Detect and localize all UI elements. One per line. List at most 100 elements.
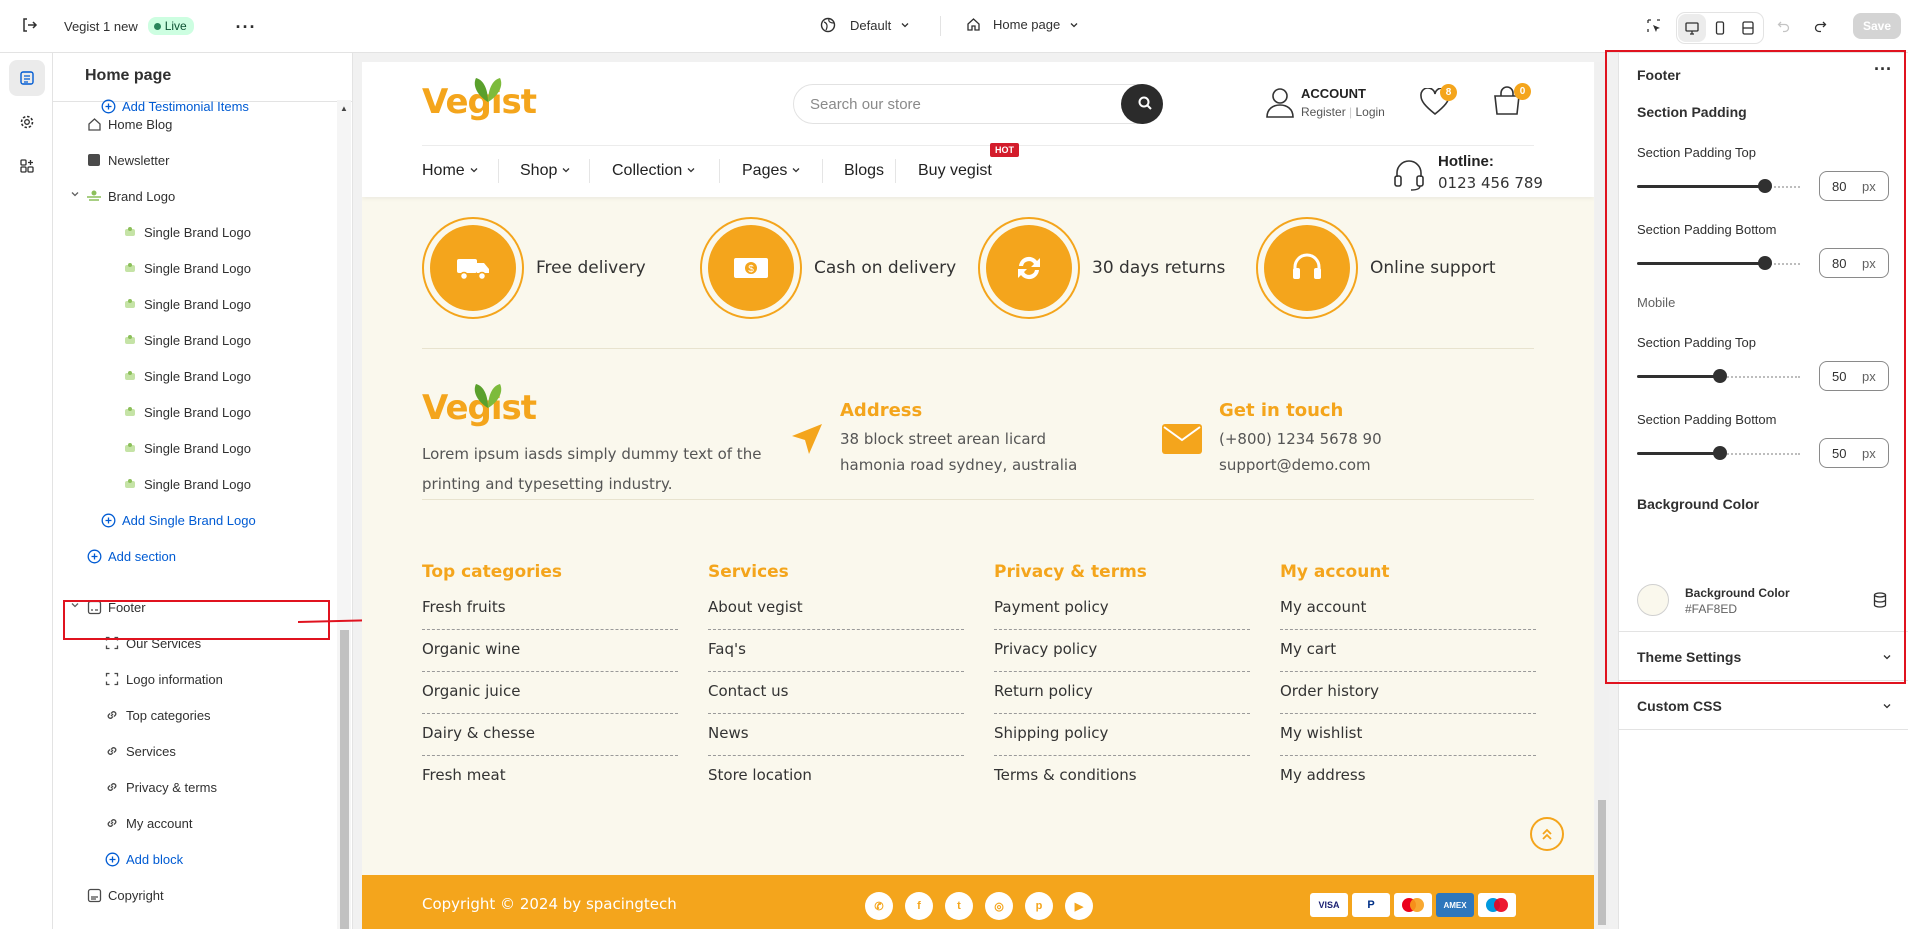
footer-link[interactable]: My account <box>1280 588 1536 630</box>
footer-link[interactable]: My address <box>1280 756 1536 798</box>
undo-button[interactable] <box>1770 12 1798 40</box>
more-actions-button[interactable]: ··· <box>232 13 260 41</box>
wishlist-button[interactable]: 8 <box>1420 84 1457 119</box>
footer-column-title: Top categories <box>422 562 563 582</box>
tree-item-single-brand-logo[interactable]: Single Brand Logo <box>122 360 251 392</box>
service-badge <box>1256 217 1358 319</box>
tree-item-copyright[interactable]: Copyright <box>86 879 164 911</box>
account-icon[interactable] <box>1265 86 1295 121</box>
theme-settings-rail-button[interactable] <box>9 104 45 140</box>
preview-scrollbar-thumb[interactable] <box>1598 800 1606 925</box>
footer-link[interactable]: My cart <box>1280 630 1536 672</box>
settings-highlight-box <box>1605 50 1906 684</box>
footer-link[interactable]: Privacy policy <box>994 630 1250 672</box>
footer-link[interactable]: Fresh fruits <box>422 588 678 630</box>
store-logo[interactable]: Vegist <box>422 78 537 122</box>
whatsapp-icon[interactable]: ✆ <box>865 892 893 920</box>
pinterest-icon[interactable]: p <box>1025 892 1053 920</box>
footer-link[interactable]: About vegist <box>708 588 964 630</box>
tree-item-logo-information[interactable]: Logo information <box>104 663 223 695</box>
tree-item-single-brand-logo[interactable]: Single Brand Logo <box>122 396 251 428</box>
nav-item-label: Buy vegist <box>918 162 992 179</box>
scroll-up-icon[interactable]: ▲ <box>340 104 348 113</box>
tree-item-single-brand-logo[interactable]: Single Brand Logo <box>122 432 251 464</box>
footer-link[interactable]: Terms & conditions <box>994 756 1250 798</box>
about-text-line-2: printing and typesetting industry. <box>422 475 673 493</box>
footer-link[interactable]: Organic juice <box>422 672 678 714</box>
newsletter-icon <box>86 152 102 168</box>
tree-item-my-account[interactable]: My account <box>104 807 192 839</box>
exit-button[interactable] <box>20 16 38 34</box>
footer-link[interactable]: Payment policy <box>994 588 1250 630</box>
footer-link[interactable]: Faq's <box>708 630 964 672</box>
tree-item-label: Add Single Brand Logo <box>122 512 256 528</box>
tree-item-single-brand-logo[interactable]: Single Brand Logo <box>122 288 251 320</box>
page-select[interactable]: Home page <box>966 17 1080 32</box>
register-link[interactable]: Register <box>1301 105 1346 119</box>
nav-item-shop[interactable]: Shop <box>520 162 571 180</box>
nav-item-collection[interactable]: Collection <box>612 162 696 180</box>
tree-item-privacy-terms[interactable]: Privacy & terms <box>104 771 217 803</box>
chevron-down-icon[interactable] <box>1881 700 1893 715</box>
tree-item-single-brand-logo[interactable]: Single Brand Logo <box>122 252 251 284</box>
save-button[interactable]: Save <box>1853 13 1901 39</box>
tree-item-brand-logo[interactable]: Brand Logo <box>86 180 175 212</box>
inspector-button[interactable] <box>1640 12 1668 40</box>
footer-link[interactable]: My wishlist <box>1280 714 1536 756</box>
footer-link[interactable]: Organic wine <box>422 630 678 672</box>
mobile-icon <box>1712 20 1728 36</box>
mobile-view-button[interactable] <box>1706 14 1734 42</box>
tree-item-top-categories[interactable]: Top categories <box>104 699 211 731</box>
apps-button[interactable] <box>9 148 45 184</box>
service-badge: $ <box>700 217 802 319</box>
custom-css-toggle[interactable]: Custom CSS <box>1637 698 1722 714</box>
search-button[interactable] <box>1121 84 1163 124</box>
theme-select[interactable]: Default <box>820 17 911 33</box>
add-section-link[interactable]: Add section <box>86 540 176 572</box>
plus-circle-icon <box>104 851 120 867</box>
footer-column-my-account: My account My account My cart Order history… <box>1280 562 1536 798</box>
footer-link[interactable]: News <box>708 714 964 756</box>
tree-item-services[interactable]: Services <box>104 735 176 767</box>
exit-icon <box>20 16 38 34</box>
footer-link[interactable]: Return policy <box>994 672 1250 714</box>
instagram-icon[interactable]: ◎ <box>985 892 1013 920</box>
footer-link[interactable]: Fresh meat <box>422 756 678 798</box>
cart-button[interactable]: 0 <box>1492 83 1531 119</box>
store-search[interactable]: Search our store <box>793 84 1163 124</box>
tree-item-single-brand-logo[interactable]: Single Brand Logo <box>122 324 251 356</box>
more-icon: ··· <box>235 16 257 37</box>
scroll-to-top-button[interactable] <box>1530 817 1564 851</box>
footer-link[interactable]: Order history <box>1280 672 1536 714</box>
add-block-link[interactable]: Add block <box>104 843 183 875</box>
nav-item-buy-vegist[interactable]: Buy vegist <box>918 162 992 180</box>
tree-item-newsletter[interactable]: Newsletter <box>86 144 169 176</box>
footer-link[interactable]: Store location <box>708 756 964 798</box>
footer-link[interactable]: Dairy & chesse <box>422 714 678 756</box>
nav-item-home[interactable]: Home <box>422 162 479 180</box>
chevron-down-icon[interactable] <box>70 189 80 202</box>
tree-scrollbar-thumb[interactable] <box>340 630 349 929</box>
footer-link[interactable]: Shipping policy <box>994 714 1250 756</box>
facebook-icon[interactable]: f <box>905 892 933 920</box>
tree-item-home-blog[interactable]: Home Blog <box>86 108 172 140</box>
fullscreen-view-button[interactable] <box>1734 14 1762 42</box>
desktop-view-button[interactable] <box>1678 14 1706 42</box>
youtube-icon[interactable]: ▶ <box>1065 892 1093 920</box>
tree-item-single-brand-logo[interactable]: Single Brand Logo <box>122 216 251 248</box>
twitter-icon[interactable]: t <box>945 892 973 920</box>
tree-item-label: Add block <box>126 851 184 867</box>
login-link[interactable]: Login <box>1355 105 1384 119</box>
footer-column-services: Services About vegist Faq's Contact us News S… <box>708 562 964 798</box>
link-icon <box>104 707 120 723</box>
nav-item-pages[interactable]: Pages <box>742 162 801 180</box>
settings-divider <box>1619 729 1908 730</box>
tree-item-single-brand-logo[interactable]: Single Brand Logo <box>122 468 251 500</box>
footer-link[interactable]: Contact us <box>708 672 964 714</box>
redo-button[interactable] <box>1806 12 1834 40</box>
add-single-brand-logo-link[interactable]: Add Single Brand Logo <box>100 504 256 536</box>
sections-button[interactable] <box>9 60 45 96</box>
brand-thumb-icon <box>122 296 138 312</box>
nav-item-label: Pages <box>742 162 788 179</box>
nav-item-blogs[interactable]: Blogs <box>844 162 884 180</box>
